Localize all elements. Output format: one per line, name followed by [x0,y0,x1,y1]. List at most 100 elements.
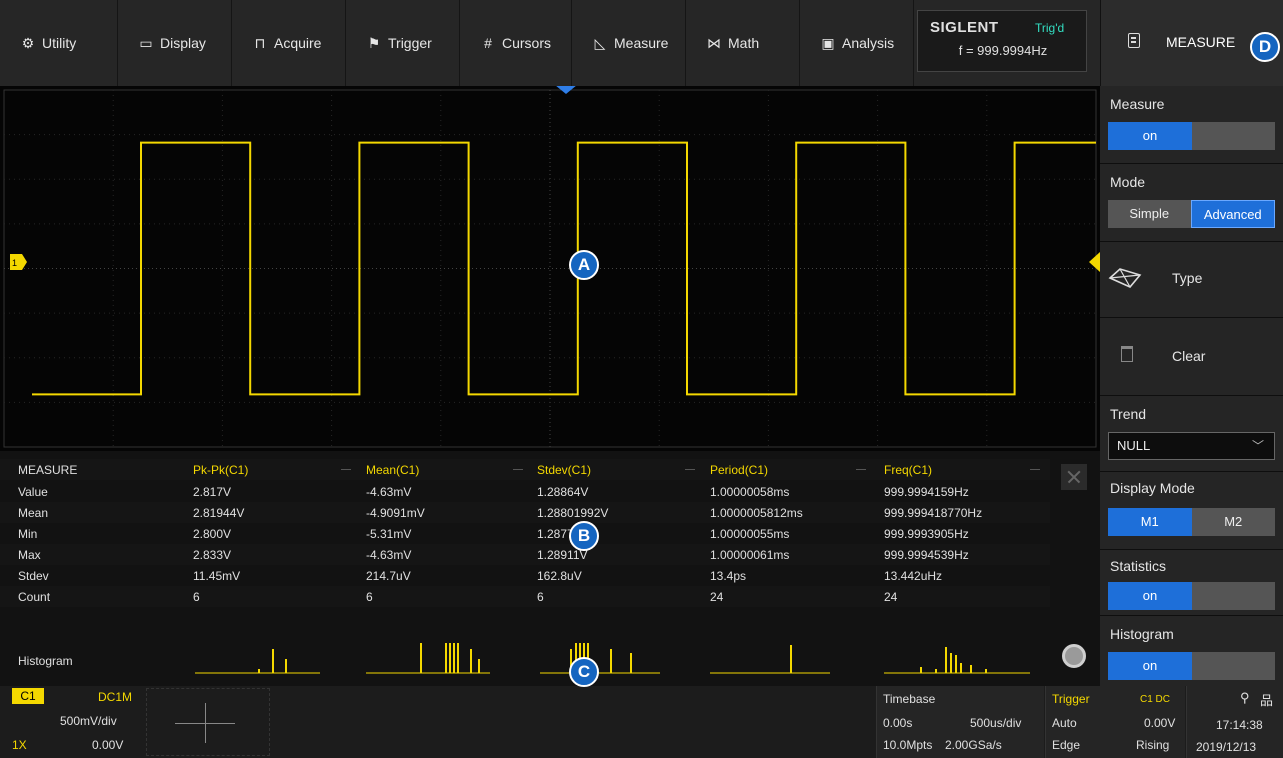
measure-cell: -4.9091mV [366,506,425,520]
measure-row-min: Min 2.800V -5.31mV 1.28771V 1.00000055ms 999.… [0,523,1050,544]
statistics-toggle[interactable]: on [1108,582,1275,610]
measurement-table: MEASURE Pk-Pk(C1) Mean(C1) Stdev(C1) Per… [0,451,1100,686]
histogram-bar [285,659,287,673]
probe-ratio: 1X [12,738,27,752]
measure-cell: 11.45mV [193,569,241,583]
histogram-bar [950,653,952,673]
menu-trigger[interactable]: ⚑ Trigger [346,0,460,86]
flag-icon: ⚑ [367,34,381,51]
column-collapse-icon[interactable] [1030,469,1040,470]
trend-dropdown[interactable]: NULL ﹀ [1108,432,1275,460]
status-readout: SIGLENT Trig'd f = 999.9994Hz [917,10,1087,72]
mode-section: Mode Simple Advanced [1100,164,1283,242]
measure-type-icon [1108,268,1142,288]
network-icon: 品 [1260,693,1274,708]
histogram-section: Histogram on [1100,616,1283,686]
measure-cell: 1.00000058ms [710,485,790,499]
measure-header-row: MEASURE Pk-Pk(C1) Mean(C1) Stdev(C1) Per… [0,459,1050,480]
trigger-level: 0.00V [1144,716,1176,730]
memory-depth: 10.0Mpts [883,738,933,752]
trigger-status: Trig'd [1035,21,1065,35]
menu-math[interactable]: ⋈ Math [686,0,800,86]
column-header[interactable]: Period(C1) [710,463,768,477]
column-collapse-icon[interactable] [341,469,351,470]
measure-cell: 6 [193,590,200,604]
measure-cell: 2.817V [193,485,232,499]
measure-side-panel: Measure on Mode Simple Advanced Type Cle… [1100,86,1283,686]
measure-row-max: Max 2.833V -4.63mV 1.28911V 1.00000061ms 999.… [0,544,1050,565]
histogram-bar [272,649,274,673]
measure-toggle-section: Measure on [1100,86,1283,164]
histogram-bar [453,643,455,673]
display-mode-section: Display Mode M1 M2 [1100,472,1283,550]
statistics-section: Statistics on [1100,550,1283,616]
sample-rate: 2.00GSa/s [945,738,1002,752]
histogram-toggle-on: on [1108,652,1192,680]
timebase-label: Timebase [883,692,936,706]
trigger-mode: Auto [1052,716,1077,730]
measure-cell: 999.9994539Hz [884,548,969,562]
menu-acquire[interactable]: ⊓ Acquire [232,0,346,86]
column-collapse-icon[interactable] [685,469,695,470]
gear-icon: ⚙ [21,34,35,51]
histogram-bar [258,669,260,673]
measure-toggle[interactable]: on [1108,122,1275,150]
menu-display[interactable]: ▭ Display [118,0,232,86]
measure-row-count: Count 6 6 6 24 24 [0,586,1050,607]
histogram-bar [470,649,472,673]
measure-cell: 24 [884,590,898,604]
trend-value: NULL [1117,438,1151,453]
measure-cell: 24 [710,590,724,604]
histogram-bar [630,653,632,673]
measure-cell: -5.31mV [366,527,412,541]
column-header[interactable]: Stdev(C1) [537,463,591,477]
channel-offset: 0.00V [92,738,124,752]
analysis-icon: ▣ [821,34,835,51]
measure-row-value: Value 2.817V -4.63mV 1.28864V 1.00000058ms 99… [0,481,1050,502]
measure-knob-icon[interactable] [1062,644,1086,668]
add-channel-area[interactable] [146,688,270,756]
column-collapse-icon[interactable] [856,469,866,470]
clear-button[interactable]: Clear [1100,318,1283,396]
histogram-bar [985,669,987,673]
measure-cell: 13.442uHz [884,569,943,583]
measure-cell: 1.00000061ms [710,548,790,562]
display-mode-m2[interactable]: M2 [1191,508,1275,536]
histogram-toggle[interactable]: on [1108,652,1275,680]
measure-row-label: Value [18,485,48,499]
menu-measure[interactable]: ◺ Measure [572,0,686,86]
column-header[interactable]: Pk-Pk(C1) [193,463,248,477]
measure-cell: -4.63mV [366,548,412,562]
mode-advanced-option[interactable]: Advanced [1190,200,1275,228]
close-icon[interactable] [1061,464,1087,490]
column-header[interactable]: Freq(C1) [884,463,932,477]
display-mode-m1[interactable]: M1 [1108,508,1192,536]
column-collapse-icon[interactable] [513,469,523,470]
mode-selector: Simple Advanced [1108,200,1275,228]
trash-icon [1121,346,1133,362]
measure-row-label: Stdev [18,569,49,583]
usb-icon: ⚲ [1240,690,1250,705]
monitor-icon: ▭ [139,34,153,51]
type-button[interactable]: Type [1100,242,1283,318]
menu-utility[interactable]: ⚙ Utility [0,0,118,86]
trigger-level-marker[interactable] [1089,252,1100,272]
type-label: Type [1172,270,1203,286]
column-header[interactable]: Mean(C1) [366,463,419,477]
waveform-display[interactable]: 1 [0,86,1100,451]
histogram-strip [195,643,1030,674]
mode-simple-option[interactable]: Simple [1108,200,1191,228]
trigger-type: Edge [1052,738,1081,752]
trigger-source: C1 DC [1140,694,1171,705]
histogram-bar [920,667,922,673]
channel-1-ground-marker[interactable]: 1 [10,254,27,270]
histogram-bar [449,643,451,673]
trigger-slope: Rising [1136,738,1170,752]
mode-label: Mode [1110,174,1146,190]
measure-cell: 13.4ps [710,569,747,583]
measure-row-label: Count [18,590,51,604]
menu-analysis[interactable]: ▣ Analysis [800,0,914,86]
menu-cursors[interactable]: # Cursors [460,0,572,86]
measure-row-label: Mean [18,506,49,520]
histogram-bar [935,669,937,673]
